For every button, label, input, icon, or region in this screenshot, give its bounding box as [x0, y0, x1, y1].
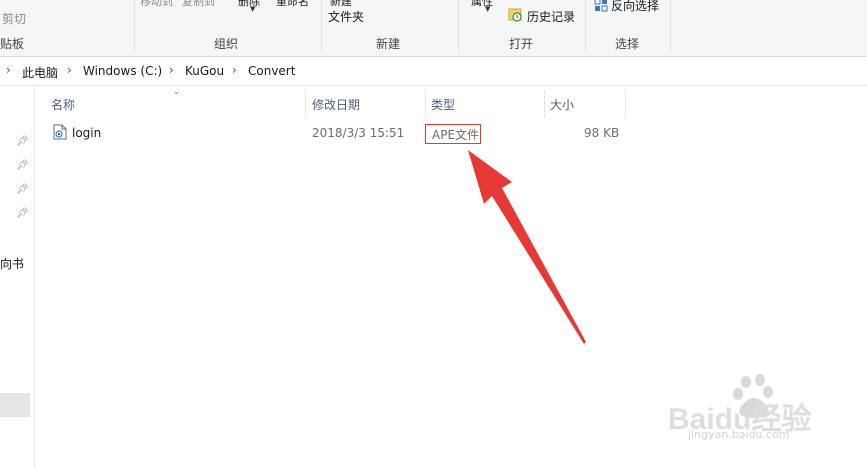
- address-bar[interactable]: › 此电脑 › Windows (C:) › KuGou › Convert: [0, 57, 867, 86]
- sort-chevron-icon: ⌄: [173, 87, 180, 96]
- breadcrumb-this-pc[interactable]: 此电脑: [22, 64, 58, 81]
- chevron-down-icon[interactable]: ▼: [250, 5, 255, 13]
- column-header-size[interactable]: 大小: [550, 96, 574, 113]
- file-icon: [52, 124, 68, 140]
- group-label-open: 打开: [509, 37, 534, 51]
- file-modified: 2018/3/3 15:51: [312, 126, 405, 140]
- file-name[interactable]: login: [72, 126, 101, 140]
- breadcrumb-convert[interactable]: Convert: [248, 64, 295, 78]
- nav-item-partial[interactable]: 向书: [0, 255, 24, 272]
- pin-icon[interactable]: 📌︎: [16, 208, 29, 219]
- move-to-button[interactable]: 移动到: [140, 0, 173, 9]
- group-label-organize: 组织: [214, 37, 239, 51]
- breadcrumb-kugou[interactable]: KuGou: [185, 64, 224, 78]
- column-divider[interactable]: [305, 90, 306, 118]
- ribbon: 剪切 贴板 移动到 复制到 删除 ▼ 重命名 组织 新建 文件夹 新建 属性 ▼…: [0, 0, 867, 57]
- group-label-select: 选择: [615, 37, 640, 51]
- pin-icon[interactable]: 📌︎: [16, 160, 29, 171]
- invert-selection-button[interactable]: 反向选择: [611, 0, 659, 14]
- group-label-new: 新建: [376, 37, 401, 51]
- chevron-right-icon: ›: [6, 63, 11, 77]
- group-label-clipboard: 贴板: [0, 37, 25, 51]
- delete-button[interactable]: 删除: [238, 0, 260, 9]
- column-header-modified[interactable]: 修改日期: [312, 96, 360, 113]
- history-button[interactable]: 历史记录: [527, 8, 575, 25]
- navigation-pane: 📌︎ 📌︎ 📌︎ 📌︎ 向书: [0, 86, 35, 468]
- invert-selection-icon: [594, 0, 608, 12]
- column-header-name[interactable]: 名称: [51, 96, 75, 113]
- chevron-right-icon[interactable]: ›: [67, 63, 72, 77]
- history-icon: [508, 8, 522, 22]
- column-divider[interactable]: [425, 90, 426, 118]
- breadcrumb-windows-c[interactable]: Windows (C:): [83, 64, 162, 78]
- copy-to-button[interactable]: 复制到: [182, 0, 215, 9]
- chevron-down-icon[interactable]: ▼: [485, 5, 490, 13]
- nav-item-selected-highlight[interactable]: [0, 393, 30, 417]
- column-divider[interactable]: [544, 90, 545, 118]
- chevron-right-icon[interactable]: ›: [232, 63, 237, 77]
- file-size: 98 KB: [584, 126, 620, 140]
- ribbon-separator: [134, 0, 135, 52]
- watermark-url: jingyan.baidu.com: [688, 428, 790, 441]
- ribbon-separator: [321, 0, 322, 52]
- pin-icon[interactable]: 📌︎: [16, 184, 29, 195]
- cut-button[interactable]: 剪切: [2, 10, 26, 27]
- ribbon-separator: [670, 0, 671, 52]
- annotation-arrow: [468, 150, 586, 344]
- rename-button[interactable]: 重命名: [276, 0, 309, 9]
- baidu-watermark-logo: Baidu经验 jingyan.baidu.com: [668, 374, 858, 444]
- pin-icon[interactable]: 📌︎: [16, 136, 29, 147]
- ribbon-separator: [458, 0, 459, 52]
- chevron-right-icon[interactable]: ›: [169, 63, 174, 77]
- column-header-type[interactable]: 类型: [431, 96, 455, 113]
- ribbon-separator: [585, 0, 586, 52]
- new-folder-button-line2[interactable]: 文件夹: [328, 8, 364, 25]
- column-divider[interactable]: [625, 90, 626, 118]
